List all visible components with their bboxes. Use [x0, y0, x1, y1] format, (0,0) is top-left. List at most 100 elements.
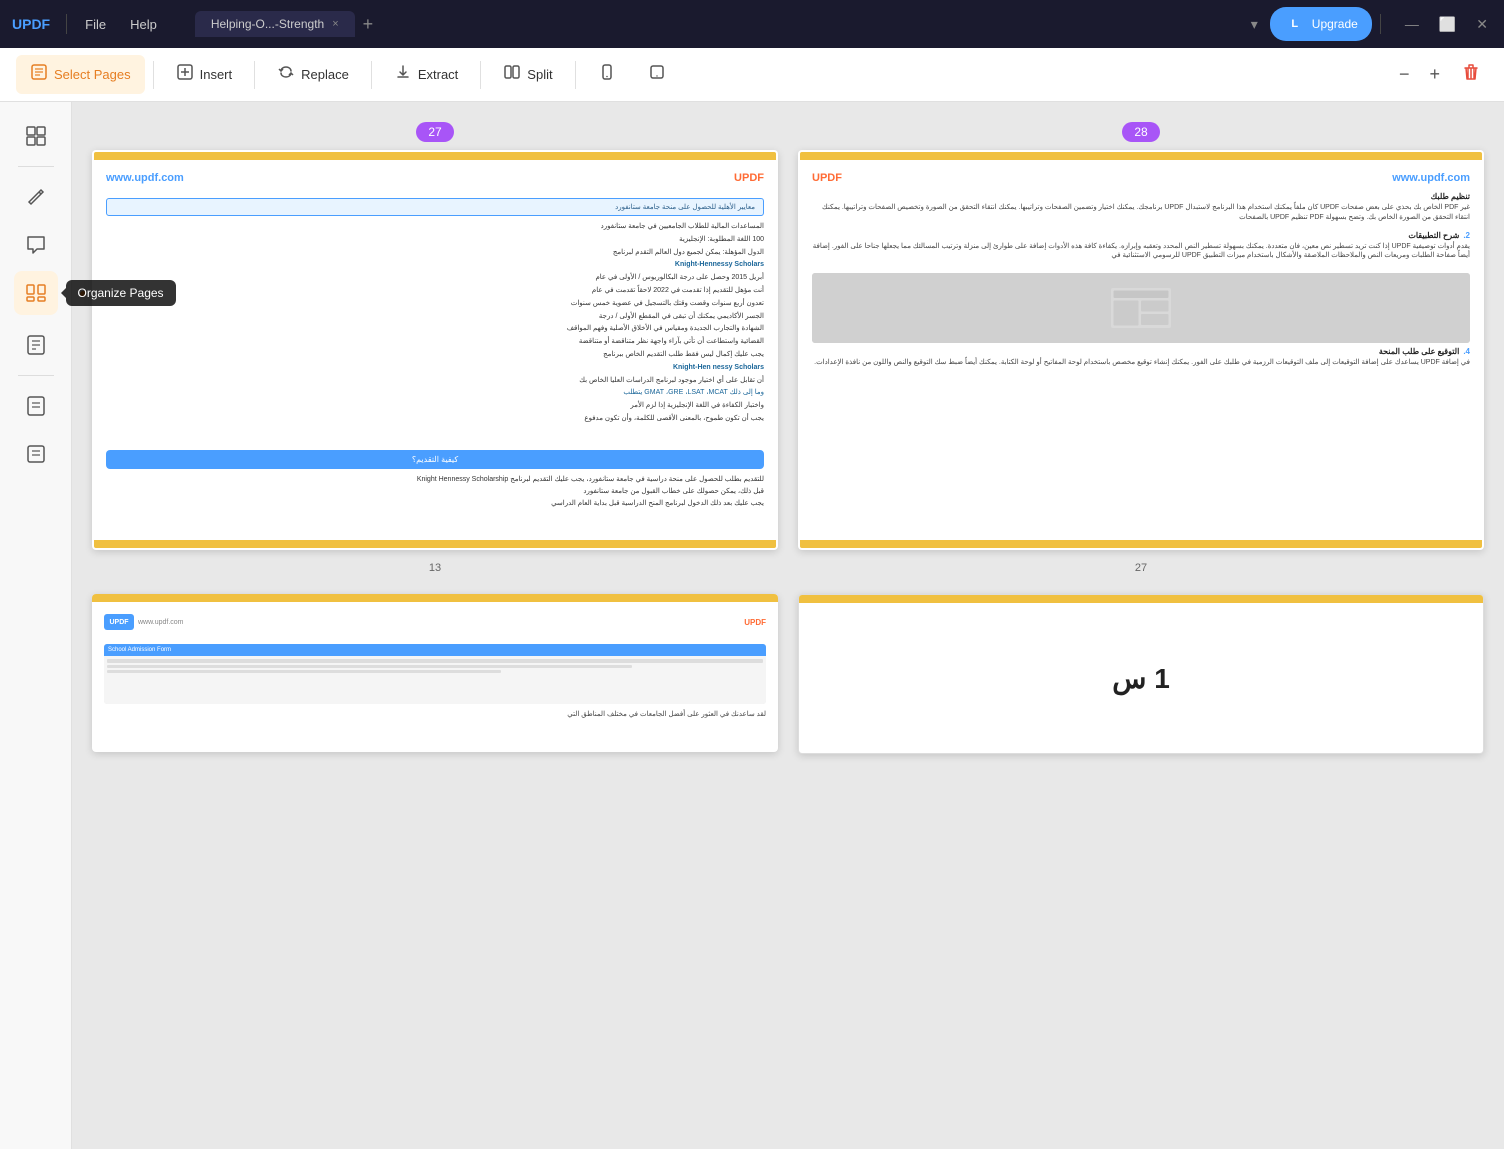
maximize-button[interactable]: ⬜ [1435, 14, 1460, 35]
pages-grid: 27 www.updf.com UPDF معايير الأهلية للحص… [92, 122, 1484, 574]
replace-icon [277, 63, 295, 86]
page-badge-28: 28 [1122, 122, 1159, 142]
dropdown-icon[interactable]: ▾ [1247, 12, 1262, 37]
page-bottom-bar-left [94, 540, 776, 548]
title-bar: UPDF File Help Helping-O...-Strength × +… [0, 0, 1504, 48]
toolbar-divider2 [254, 61, 255, 89]
menu-file[interactable]: File [75, 13, 116, 36]
toolbar-divider1 [153, 61, 154, 89]
toolbar-extract[interactable]: Extract [380, 55, 472, 94]
split-label: Split [527, 67, 552, 82]
toolbar-divider4 [480, 61, 481, 89]
page-top-bar-left [94, 152, 776, 160]
extract-icon [394, 63, 412, 86]
section2-text: يقدم أدوات توصيفية UPDF إذا كنت تريد تسط… [812, 242, 1470, 262]
section4-text: في إضافة UPDF يساعدك على إضافة التوقيعات… [812, 358, 1470, 368]
bottom-content-right: 1 س [799, 603, 1483, 753]
page-brand-right: UPDF [812, 172, 842, 184]
bottom-page-card-right[interactable]: 1 س [798, 594, 1484, 754]
page-header-right: www.updf.com UPDF [812, 172, 1470, 184]
bottom-page-wrapper-left: UPDF www.updf.com UPDF School Admission … [92, 594, 778, 754]
zoom-in-button[interactable]: + [1423, 60, 1446, 89]
tablet-icon [648, 63, 666, 86]
tab-bar: Helping-O...-Strength × + [195, 10, 1239, 39]
title-divider [66, 14, 67, 34]
tab-close-icon[interactable]: × [332, 18, 338, 30]
page-card-28[interactable]: www.updf.com UPDF تنظيم طلبك غير PDF الخ… [798, 150, 1484, 550]
mobile-icon [598, 63, 616, 86]
active-tab[interactable]: Helping-O...-Strength × [195, 11, 355, 37]
page-top-bar-right [800, 152, 1482, 160]
toolbar-right: − + [1393, 57, 1488, 92]
upgrade-button[interactable]: L Upgrade [1270, 7, 1372, 41]
page-button[interactable]: كيفية التقديم؟ [106, 450, 764, 469]
page-wrapper-right: 28 www.updf.com UPDF تنظيم طلبك غير PDF … [798, 122, 1484, 574]
page-content-left: www.updf.com UPDF معايير الأهلية للحصول … [94, 160, 776, 540]
close-button[interactable]: ✕ [1472, 14, 1492, 35]
title-bar-right: ▾ L Upgrade — ⬜ ✕ [1247, 7, 1492, 41]
section-4: 4.التوقيع على طلب المنحة في إضافة UPDF ي… [812, 347, 1470, 368]
bottom-doc-image: School Admission Form [104, 644, 766, 704]
bottom-page-card-left[interactable]: UPDF www.updf.com UPDF School Admission … [92, 594, 778, 752]
sidebar-divider2 [18, 375, 54, 376]
section3-text: غير PDF الخاص بك بحذي على بعض صفحات UPDF… [812, 203, 1470, 223]
toolbar-more1[interactable] [584, 55, 630, 94]
sidebar-thumbnails[interactable] [14, 114, 58, 158]
page-text-left: المساعدات المالية للطلاب الجامعيين في جا… [106, 222, 764, 444]
toolbar-divider3 [371, 61, 372, 89]
page-number-left: 13 [429, 562, 441, 574]
main-area: Organize Pages [0, 102, 1504, 1149]
toolbar: Select Pages Insert Replace [0, 48, 1504, 102]
page-number-right: 27 [1135, 562, 1147, 574]
page-screenshot-img [812, 273, 1470, 343]
page-content-right: www.updf.com UPDF تنظيم طلبك غير PDF الخ… [800, 160, 1482, 540]
section-2: 2.شرح التطبيقات يقدم أدوات توصيفية UPDF … [812, 231, 1470, 262]
menu-help[interactable]: Help [120, 13, 167, 36]
toolbar-select-pages[interactable]: Select Pages [16, 55, 145, 94]
toolbar-more2[interactable] [634, 55, 680, 94]
page-logo-right: www.updf.com [1392, 172, 1470, 184]
sidebar-edit[interactable] [14, 175, 58, 219]
extract-label: Extract [418, 67, 458, 82]
sidebar-comment[interactable] [14, 223, 58, 267]
page-brand-left: UPDF [734, 172, 764, 184]
add-tab-button[interactable]: + [355, 10, 382, 39]
select-pages-label: Select Pages [54, 67, 131, 82]
page-logo-left: www.updf.com [106, 172, 184, 184]
zoom-out-button[interactable]: − [1393, 60, 1416, 89]
page-extra-text: للتقديم بطلب للحصول على منحة دراسية في ج… [106, 475, 764, 528]
user-avatar: L [1284, 13, 1306, 35]
bottom-top-bar-left [92, 594, 778, 602]
arabic-number: 1 س [1112, 662, 1170, 695]
sidebar-divider1 [18, 166, 54, 167]
pages-area[interactable]: 27 www.updf.com UPDF معايير الأهلية للحص… [72, 102, 1504, 1149]
bottom-text-left: لقد ساعدنك في العثور على أفضل الجامعات ف… [104, 710, 766, 720]
select-pages-icon [30, 63, 48, 86]
replace-label: Replace [301, 67, 349, 82]
bottom-page-wrapper-right: 1 س [798, 594, 1484, 754]
insert-icon [176, 63, 194, 86]
sidebar-tool2[interactable] [14, 432, 58, 476]
section4-title: 4.التوقيع على طلب المنحة [812, 347, 1470, 356]
minimize-button[interactable]: — [1401, 14, 1423, 35]
bottom-top-bar-right [799, 595, 1483, 603]
title-menu: File Help [75, 13, 167, 36]
insert-label: Insert [200, 67, 233, 82]
sidebar-organize[interactable]: Organize Pages [14, 271, 58, 315]
page-highlight-box: معايير الأهلية للحصول على منحة جامعة ستا… [106, 198, 764, 216]
toolbar-insert[interactable]: Insert [162, 55, 247, 94]
title-divider2 [1380, 14, 1381, 34]
sidebar-extract2[interactable] [14, 323, 58, 367]
toolbar-replace[interactable]: Replace [263, 55, 363, 94]
app-logo: UPDF [12, 16, 50, 32]
tab-title: Helping-O...-Strength [211, 17, 324, 31]
toolbar-split[interactable]: Split [489, 55, 566, 94]
sidebar-tool1[interactable] [14, 384, 58, 428]
toolbar-divider5 [575, 61, 576, 89]
split-icon [503, 63, 521, 86]
bottom-pages-grid: UPDF www.updf.com UPDF School Admission … [92, 594, 1484, 754]
page-card-27[interactable]: www.updf.com UPDF معايير الأهلية للحصول … [92, 150, 778, 550]
window-controls: — ⬜ ✕ [1401, 14, 1492, 35]
section3-title: تنظيم طلبك [812, 192, 1470, 201]
delete-button[interactable] [1454, 57, 1488, 92]
